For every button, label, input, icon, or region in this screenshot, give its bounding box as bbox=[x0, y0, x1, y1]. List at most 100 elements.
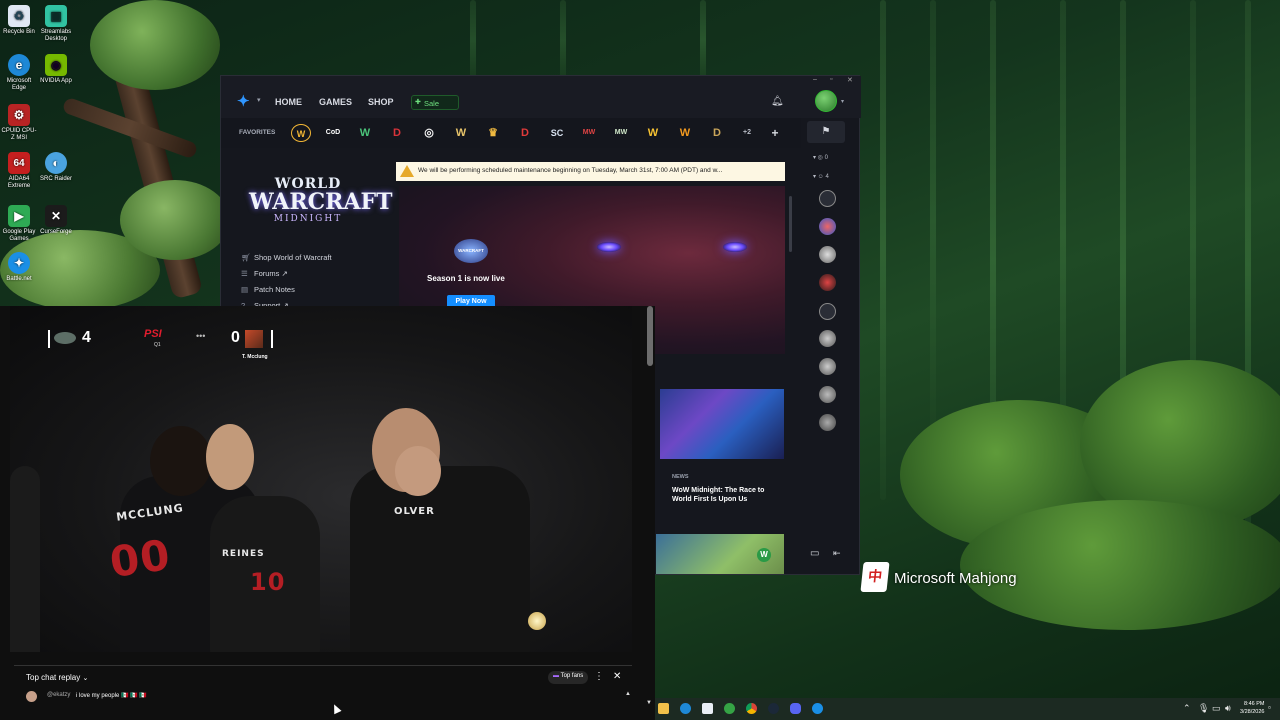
news-title[interactable]: WoW Midnight: The Race to World First Is… bbox=[672, 486, 782, 504]
desktop-icon-cpuz[interactable]: ⚙ CPUID CPU-Z MSI bbox=[0, 104, 38, 142]
friend-avatar[interactable] bbox=[819, 218, 836, 235]
nav-games[interactable]: GAMES bbox=[319, 97, 352, 107]
clock-date: 3/28/2026 bbox=[1240, 709, 1265, 715]
modern-warfare-favorite-icon[interactable]: MW bbox=[579, 124, 599, 142]
news-thumbnail[interactable] bbox=[660, 389, 784, 459]
maintenance-banner[interactable]: We will be performing scheduled maintena… bbox=[396, 162, 785, 181]
diablo-favorite-icon[interactable]: D bbox=[387, 124, 407, 142]
discord-icon[interactable] bbox=[790, 703, 801, 714]
nav-home[interactable]: HOME bbox=[275, 97, 302, 107]
desktop-icon-label: CPUID CPU-Z MSI bbox=[1, 128, 37, 141]
hero-scrollbar[interactable] bbox=[789, 196, 792, 252]
hearthstone-favorite-icon[interactable]: ♛ bbox=[483, 124, 503, 142]
team-right-logo-icon bbox=[245, 330, 263, 348]
friend-avatar[interactable] bbox=[819, 414, 836, 431]
diablo-immortal-favorite-icon[interactable]: D bbox=[515, 124, 535, 142]
notifications-bell-icon[interactable]: 🔔︎ bbox=[771, 96, 784, 107]
collapse-sidebar-icon[interactable]: ⇤ bbox=[833, 548, 841, 559]
shop-wow-link[interactable]: 🛒︎ Shop World of Warcraft bbox=[241, 253, 332, 262]
hero-badge-text: WARCRAFT bbox=[458, 248, 484, 253]
overwatch-favorite-icon[interactable]: ◎ bbox=[419, 124, 439, 142]
tray-overflow-icon[interactable]: ⌃ bbox=[1183, 703, 1191, 714]
video-scrollbar[interactable] bbox=[647, 306, 653, 366]
taskbar-clock[interactable]: 8:46 PM 3/28/2026 bbox=[1240, 700, 1264, 716]
friends-online-toggle[interactable]: ▾ ◎ 0 bbox=[813, 154, 828, 161]
close-button[interactable]: ✕ bbox=[847, 76, 853, 84]
battlenet-taskbar-icon[interactable] bbox=[812, 703, 823, 714]
desktop-icon-edge[interactable]: e Microsoft Edge bbox=[0, 54, 38, 92]
chat-scroll-up-icon[interactable]: ▲ bbox=[625, 691, 631, 697]
scoreboard-right-bracket bbox=[271, 330, 273, 348]
hero-badge: WARCRAFT bbox=[454, 239, 488, 263]
starcraft-favorite-icon[interactable]: SC bbox=[547, 124, 567, 142]
file-explorer-icon[interactable] bbox=[658, 703, 669, 714]
forums-label: Forums ↗ bbox=[254, 269, 288, 278]
avatar-caret-icon[interactable]: ▾ bbox=[841, 98, 844, 105]
sale-tag-icon: ✚ bbox=[415, 99, 421, 106]
volume-icon[interactable]: 🔊︎ bbox=[1225, 703, 1231, 714]
score-right: 0 bbox=[231, 329, 240, 346]
friends-group-toggle[interactable]: ▾ ☺ 4 bbox=[813, 173, 829, 180]
wow-favorite-icon[interactable]: W bbox=[291, 124, 311, 142]
chat-icon[interactable]: ▭ bbox=[810, 548, 819, 559]
friends-online-count: 0 bbox=[824, 155, 828, 161]
wow-classic-favorite-icon[interactable]: W bbox=[355, 124, 375, 142]
friend-avatar[interactable] bbox=[819, 303, 836, 320]
network-icon[interactable]: ▭ bbox=[1212, 703, 1221, 714]
top-fans-label: Top fans bbox=[560, 673, 584, 679]
top-chat-replay-dropdown[interactable]: Top chat replay ⌄ bbox=[26, 673, 88, 682]
chat-close-icon[interactable]: ✕ bbox=[613, 671, 621, 682]
desktop-icon-battlenet[interactable]: ✦ Battle.net bbox=[0, 252, 38, 283]
nav-shop[interactable]: SHOP bbox=[368, 97, 394, 107]
forums-link[interactable]: ☰ Forums ↗ bbox=[241, 269, 288, 278]
patch-notes-link[interactable]: ▤ Patch Notes bbox=[241, 285, 295, 294]
chat-user-avatar[interactable] bbox=[26, 691, 37, 702]
minimize-button[interactable]: – bbox=[813, 76, 817, 83]
video-frame[interactable]: 4 PSI Q1 ••• 0 T. Mcclung MCCLUNG 00 REI… bbox=[10, 306, 632, 652]
friend-avatar[interactable] bbox=[819, 246, 836, 263]
cpuz-icon: ⚙ bbox=[8, 104, 30, 126]
desktop-icon-streamlabs[interactable]: ▣ Streamlabs Desktop bbox=[37, 5, 75, 43]
desktop-icon-nvidia[interactable]: ◉ NVIDIA App bbox=[37, 54, 75, 85]
jersey-number: 10 bbox=[250, 568, 286, 596]
call-of-duty-favorite-icon[interactable]: CoD bbox=[323, 124, 343, 142]
microphone-icon[interactable]: 🎙︎ bbox=[1198, 703, 1209, 714]
chat-scroll-down-icon[interactable]: ▼ bbox=[646, 700, 652, 706]
warcraft-arclight-favorite-icon[interactable]: W bbox=[675, 124, 695, 142]
friend-avatar[interactable] bbox=[819, 274, 836, 291]
top-chat-replay-label: Top chat replay bbox=[26, 673, 81, 682]
friend-avatar[interactable] bbox=[819, 386, 836, 403]
friend-avatar[interactable] bbox=[819, 190, 836, 207]
desktop-icon-curseforge[interactable]: ✕ CurseForge bbox=[37, 205, 75, 236]
desktop-icon-google-play-games[interactable]: ▶ Google Play Games bbox=[0, 205, 38, 243]
chat-more-options-icon[interactable]: ⋮ bbox=[594, 671, 604, 682]
warzone-favorite-icon[interactable]: MW bbox=[611, 124, 631, 142]
battlenet-icon: ✦ bbox=[8, 252, 30, 274]
friend-avatar[interactable] bbox=[819, 330, 836, 347]
user-avatar[interactable] bbox=[815, 90, 837, 112]
desktop-icon-label: CurseForge bbox=[40, 229, 72, 235]
top-fans-button[interactable]: ▬ Top fans bbox=[548, 671, 589, 684]
steam-icon[interactable] bbox=[768, 703, 779, 714]
maximize-button[interactable]: ▫ bbox=[830, 76, 832, 83]
more-favorites-button[interactable]: +2 bbox=[737, 124, 757, 142]
edge-taskbar-icon[interactable] bbox=[680, 703, 691, 714]
chrome-icon[interactable] bbox=[746, 703, 757, 714]
add-friend-button[interactable]: ⚑ bbox=[807, 121, 845, 143]
friend-avatar[interactable] bbox=[819, 358, 836, 375]
chat-username[interactable]: @ekatzy bbox=[47, 692, 70, 698]
battlenet-logo-caret-icon[interactable]: ▾ bbox=[257, 96, 261, 104]
sale-button[interactable]: ✚ Sale bbox=[411, 95, 459, 110]
game-logo-line2: WARCRAFT bbox=[249, 189, 393, 215]
warcraft-favorite-icon[interactable]: W bbox=[451, 124, 471, 142]
xbox-icon[interactable] bbox=[724, 703, 735, 714]
diablo-ii-favorite-icon[interactable]: D bbox=[707, 124, 727, 142]
desktop-icon-aida64[interactable]: 64 AIDA64 Extreme bbox=[0, 152, 38, 190]
add-favorite-button[interactable]: + bbox=[765, 124, 785, 142]
desktop-icon-recycle-bin[interactable]: ♻ Recycle Bin bbox=[0, 5, 38, 36]
desktop-icon-src-raider[interactable]: ◐ SRC Raider bbox=[37, 152, 75, 183]
notifications-icon[interactable]: ▫ bbox=[1268, 703, 1271, 712]
warcraft-rumble-favorite-icon[interactable]: W bbox=[643, 124, 663, 142]
store-icon[interactable] bbox=[702, 703, 713, 714]
battlenet-logo-icon[interactable]: ✦ bbox=[237, 92, 250, 110]
